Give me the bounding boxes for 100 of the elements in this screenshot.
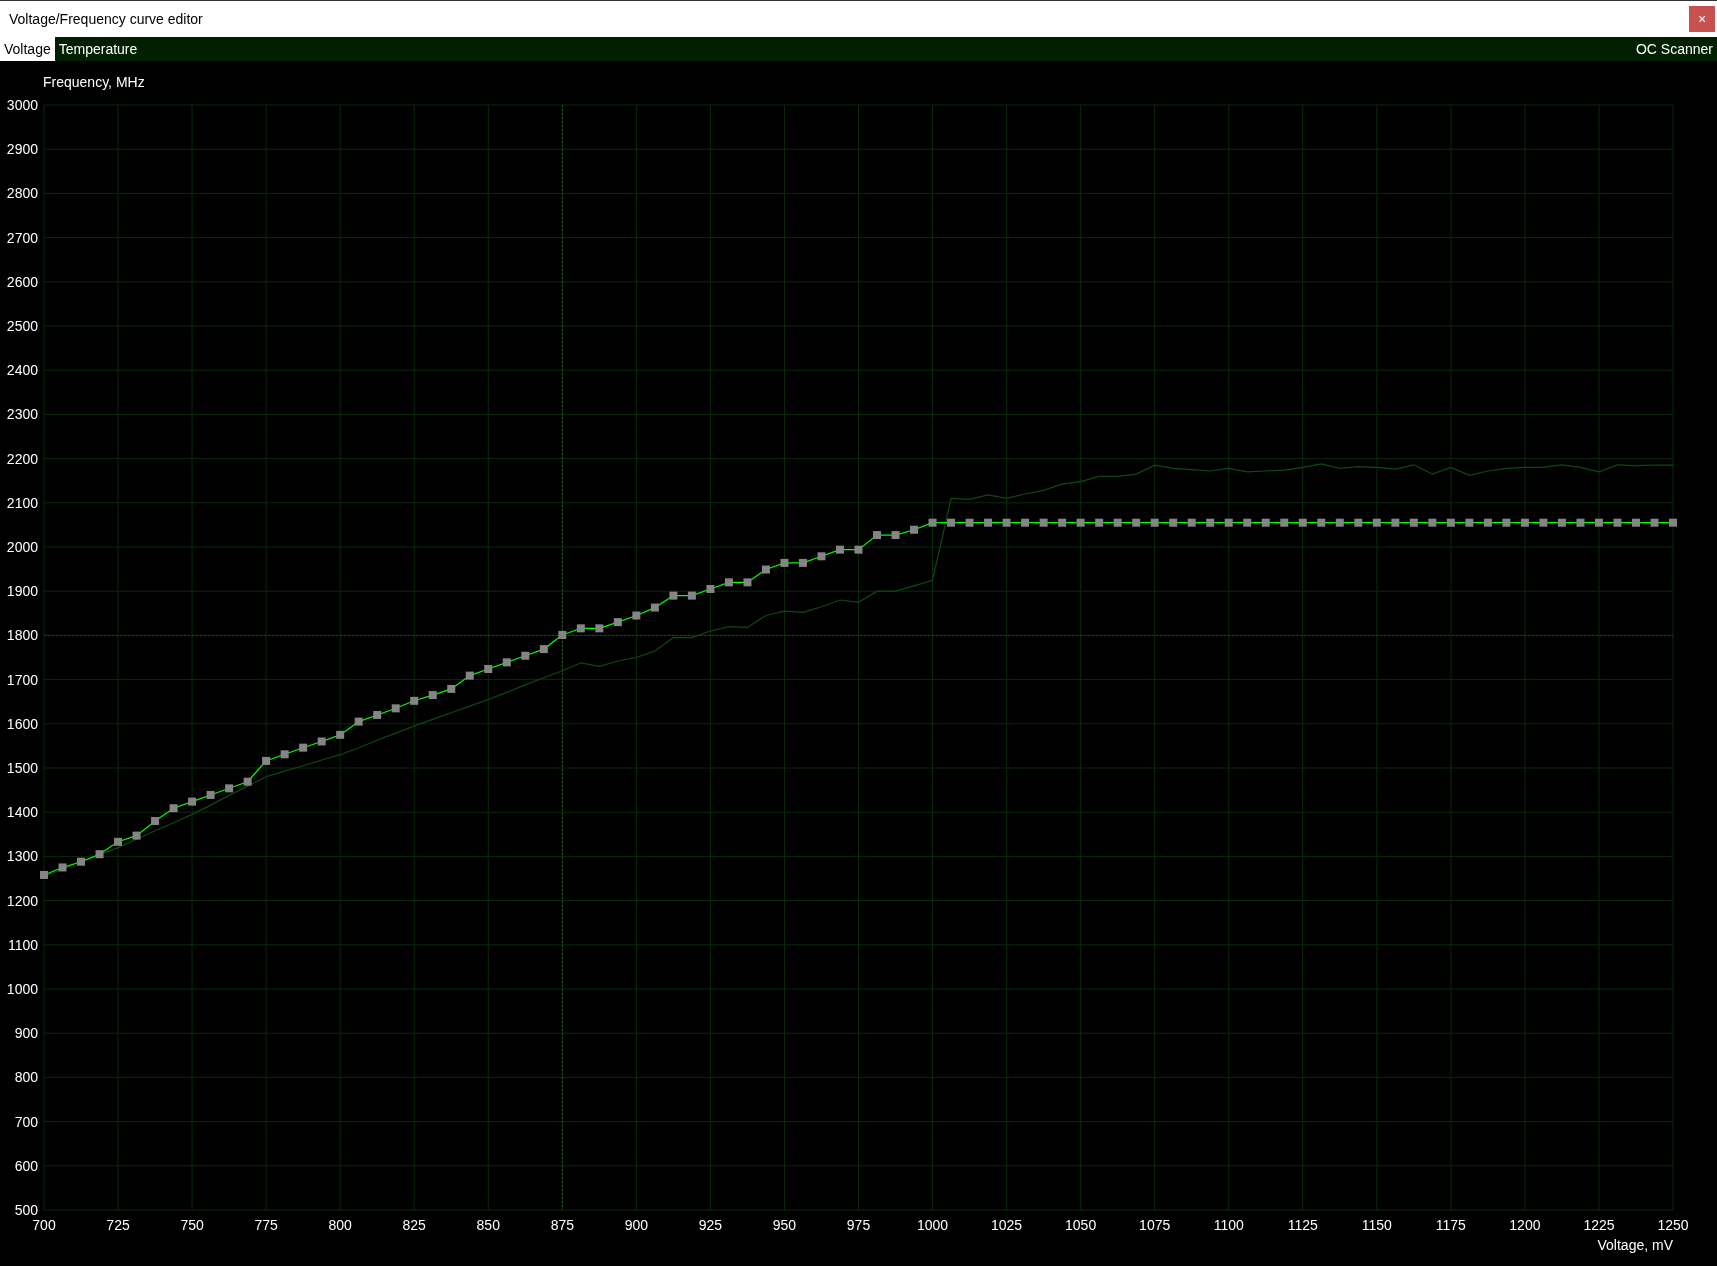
curve-point[interactable] (1613, 518, 1622, 527)
curve-point[interactable] (1150, 518, 1159, 527)
curve-point[interactable] (151, 817, 160, 826)
curve-point[interactable] (558, 630, 567, 639)
curve-point[interactable] (1076, 518, 1085, 527)
curve-point[interactable] (632, 611, 641, 620)
curve-point[interactable] (1446, 518, 1455, 527)
curve-point[interactable] (780, 558, 789, 567)
curve-point[interactable] (1298, 518, 1307, 527)
curve-point[interactable] (1243, 518, 1252, 527)
y-tick-label: 1300 (6, 848, 38, 865)
curve-point[interactable] (1669, 518, 1677, 527)
curve-point[interactable] (1187, 518, 1196, 527)
curve-point[interactable] (687, 591, 696, 600)
curve-point[interactable] (1002, 518, 1011, 527)
curve-point[interactable] (169, 804, 178, 813)
y-tick-label: 3000 (6, 97, 38, 113)
close-button[interactable]: × (1689, 6, 1715, 32)
curve-point[interactable] (595, 624, 604, 633)
curve-point[interactable] (1354, 518, 1363, 527)
oc-scanner-button[interactable]: OC Scanner (1631, 37, 1717, 61)
curve-point[interactable] (1502, 518, 1511, 527)
curve-point[interactable] (77, 857, 85, 866)
curve-point[interactable] (58, 863, 67, 872)
curve-point[interactable] (539, 645, 548, 654)
curve-point[interactable] (1280, 518, 1289, 527)
tab[interactable]: Voltage (0, 37, 55, 61)
curve-point[interactable] (428, 691, 437, 700)
curve-point[interactable] (1095, 518, 1104, 527)
curve-point[interactable] (299, 743, 308, 752)
curve-point[interactable] (854, 545, 863, 554)
curve-point[interactable] (873, 531, 881, 540)
curve-point[interactable] (724, 578, 733, 587)
curve-point[interactable] (1021, 518, 1030, 527)
curve-point[interactable] (743, 578, 752, 587)
curve-point[interactable] (1409, 518, 1418, 527)
curve-point[interactable] (317, 737, 326, 746)
curve-point[interactable] (910, 525, 919, 534)
curve-point[interactable] (1169, 518, 1178, 527)
curve-point[interactable] (391, 704, 400, 713)
curve-point[interactable] (262, 756, 271, 765)
curve-point[interactable] (650, 603, 659, 612)
curve-point[interactable] (706, 585, 715, 593)
window-title: Voltage/Frequency curve editor (9, 9, 203, 29)
curve-point[interactable] (947, 518, 956, 527)
curve-point[interactable] (1650, 518, 1659, 527)
curve-point[interactable] (114, 837, 123, 846)
curve-point[interactable] (1594, 518, 1603, 527)
curve-point[interactable] (669, 591, 678, 600)
curve-point[interactable] (206, 790, 215, 799)
curve-point[interactable] (1113, 518, 1122, 527)
curve-point[interactable] (1483, 518, 1492, 527)
curve-point[interactable] (1576, 518, 1585, 527)
curve-point[interactable] (354, 717, 363, 726)
y-tick-label: 1100 (7, 936, 38, 953)
curve-point[interactable] (1335, 518, 1344, 527)
curve-point[interactable] (502, 658, 511, 667)
curve-point[interactable] (336, 730, 345, 739)
curve-point[interactable] (928, 518, 937, 527)
curve-point[interactable] (1557, 518, 1566, 527)
curve-point[interactable] (1520, 518, 1529, 527)
curve-point[interactable] (1317, 518, 1326, 527)
curve-point[interactable] (447, 684, 456, 693)
curve-point[interactable] (1224, 518, 1233, 527)
curve-point[interactable] (836, 545, 844, 554)
curve-point[interactable] (40, 870, 48, 879)
curve-point[interactable] (613, 618, 622, 627)
curve-point[interactable] (1465, 518, 1474, 527)
curve-point[interactable] (410, 696, 419, 705)
curve-point[interactable] (280, 750, 289, 759)
curve-point[interactable] (1039, 518, 1048, 527)
curve-point[interactable] (373, 710, 382, 719)
curve-point[interactable] (1391, 518, 1400, 527)
curve-point[interactable] (465, 671, 474, 680)
curve-point[interactable] (1632, 518, 1640, 527)
curve-point[interactable] (576, 624, 585, 633)
curve-point[interactable] (1058, 518, 1067, 527)
curve-point[interactable] (891, 531, 900, 540)
curve-point[interactable] (188, 797, 197, 806)
curve-point[interactable] (984, 518, 993, 527)
curve-point[interactable] (95, 850, 104, 859)
curve-point[interactable] (243, 777, 252, 786)
y-tick-label: 800 (14, 1069, 38, 1086)
curve-point[interactable] (132, 831, 141, 840)
curve-point[interactable] (761, 565, 770, 574)
y-axis-title: Frequency, MHz (43, 74, 145, 90)
curve-point[interactable] (521, 651, 530, 660)
curve-point[interactable] (817, 552, 826, 561)
curve-point[interactable] (1261, 518, 1270, 527)
curve-point[interactable] (1206, 518, 1215, 527)
curve-point[interactable] (1428, 518, 1437, 527)
curve-point[interactable] (798, 558, 807, 567)
y-tick-label: 2400 (6, 362, 38, 379)
curve-point[interactable] (1372, 518, 1381, 527)
curve-point[interactable] (965, 518, 974, 527)
y-tick-label: 1200 (6, 892, 38, 909)
curve-point[interactable] (1132, 518, 1141, 527)
curve-point[interactable] (1539, 518, 1548, 527)
curve-point[interactable] (484, 665, 493, 673)
curve-point[interactable] (225, 784, 234, 793)
